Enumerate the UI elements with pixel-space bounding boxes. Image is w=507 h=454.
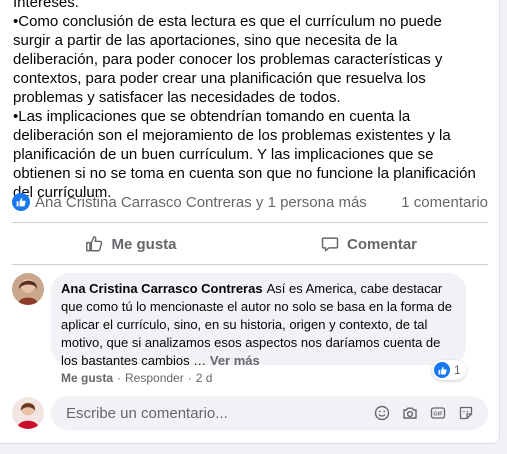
emoji-icon[interactable] bbox=[368, 399, 396, 427]
separator-dot: · bbox=[117, 371, 122, 385]
post-paragraph: •Como conclusión de esta lectura es que … bbox=[13, 13, 443, 106]
like-button[interactable]: Me gusta bbox=[12, 228, 250, 260]
like-button-label: Me gusta bbox=[111, 235, 177, 253]
comment-like-link[interactable]: Me gusta bbox=[61, 371, 113, 385]
gif-icon[interactable]: GIF bbox=[424, 399, 452, 427]
post-paragraph: Intereses. bbox=[13, 0, 79, 11]
thumbs-up-icon bbox=[86, 236, 103, 252]
comment-button[interactable]: Comentar bbox=[250, 228, 488, 260]
comment-like-count: 1 bbox=[454, 363, 461, 377]
comment-input[interactable] bbox=[64, 403, 368, 423]
camera-icon[interactable] bbox=[396, 399, 424, 427]
comment-actions: Me gusta · Responder · 2 d bbox=[61, 370, 212, 386]
svg-text:GIF: GIF bbox=[433, 412, 443, 418]
post-actions: Me gusta Comentar bbox=[12, 228, 488, 260]
sticker-icon[interactable] bbox=[452, 399, 480, 427]
comment-reaction-count[interactable]: 1 bbox=[432, 360, 466, 380]
avatar[interactable] bbox=[12, 273, 44, 305]
see-more-link[interactable]: Ver más bbox=[210, 353, 260, 368]
reactions-names-link[interactable]: Ana Cristina Carrasco Contreras y 1 pers… bbox=[35, 194, 401, 211]
comment-button-label: Comentar bbox=[346, 235, 417, 253]
post-body: Intereses. •Como conclusión de esta lect… bbox=[13, 0, 483, 202]
comment-timestamp[interactable]: 2 d bbox=[196, 371, 213, 385]
separator-dot: · bbox=[187, 371, 192, 385]
comments-count-link[interactable]: 1 comentario bbox=[401, 194, 488, 211]
divider bbox=[12, 264, 488, 265]
comment-icon bbox=[321, 237, 339, 252]
current-user-avatar[interactable] bbox=[12, 397, 44, 429]
reactions-summary: Ana Cristina Carrasco Contreras y 1 pers… bbox=[12, 192, 488, 212]
comment-composer: GIF bbox=[51, 396, 488, 430]
like-icon bbox=[12, 193, 30, 211]
reply-link[interactable]: Responder bbox=[125, 371, 184, 385]
comment-author-link[interactable]: Ana Cristina Carrasco Contreras bbox=[61, 281, 263, 296]
composer-icons: GIF bbox=[368, 399, 480, 427]
post-card: Intereses. •Como conclusión de esta lect… bbox=[0, 0, 500, 444]
divider bbox=[12, 222, 488, 223]
post-paragraph: •Las implicaciones que se obtendrían tom… bbox=[13, 108, 476, 201]
comment-bubble: Ana Cristina Carrasco Contreras Así es Am… bbox=[51, 273, 466, 368]
like-icon bbox=[434, 362, 450, 378]
